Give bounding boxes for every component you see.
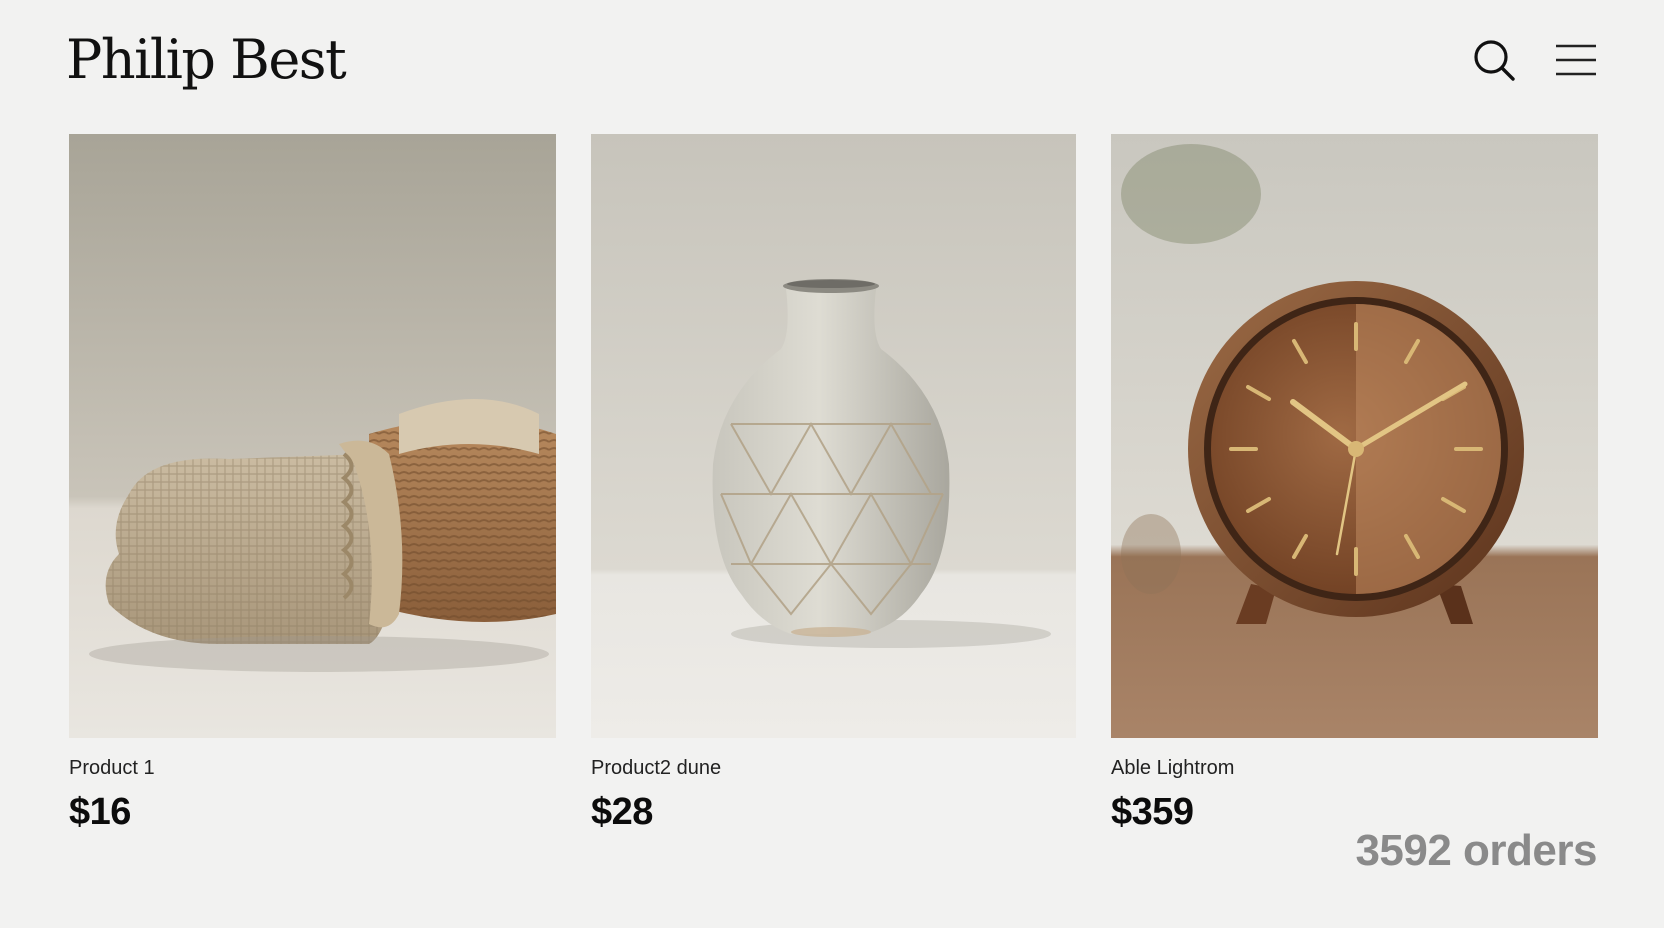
product-price: $28 bbox=[591, 791, 653, 833]
product-image-wooden-clock[interactable] bbox=[1111, 134, 1598, 738]
product-price: $16 bbox=[69, 791, 131, 833]
menu-icon bbox=[1556, 44, 1596, 76]
site-header: Philip Best bbox=[0, 0, 1664, 120]
orders-count: 3592 orders bbox=[1355, 826, 1597, 875]
search-button[interactable] bbox=[1470, 36, 1518, 84]
brand-logo[interactable]: Philip Best bbox=[66, 20, 347, 100]
product-image-knit-blanket[interactable] bbox=[69, 134, 556, 738]
product-name[interactable]: Product2 dune bbox=[591, 756, 1076, 780]
product-card[interactable]: Product 1 $16 bbox=[69, 134, 556, 834]
search-icon bbox=[1474, 40, 1515, 81]
product-name[interactable]: Product 1 bbox=[69, 756, 556, 780]
product-name[interactable]: Able Lightrom bbox=[1111, 756, 1598, 780]
product-card[interactable]: Product2 dune $28 bbox=[591, 134, 1076, 834]
product-image-ceramic-vase[interactable] bbox=[591, 134, 1076, 738]
menu-button[interactable] bbox=[1552, 36, 1600, 84]
product-card[interactable]: Able Lightrom $359 bbox=[1111, 134, 1598, 834]
